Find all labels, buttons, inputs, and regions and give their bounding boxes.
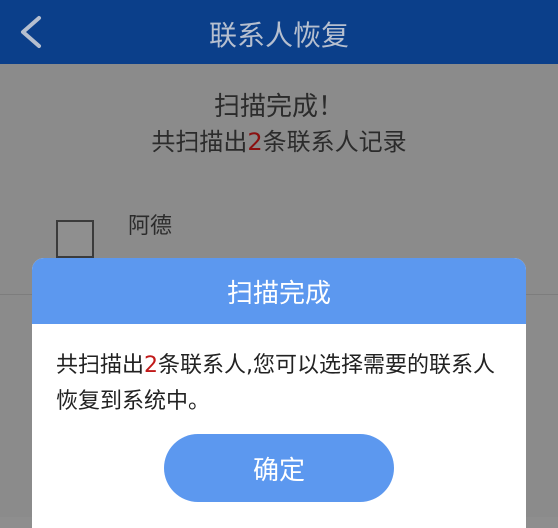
scan-summary-suffix: 条联系人记录 <box>262 128 407 156</box>
dialog-message-count: 2 <box>144 353 159 378</box>
scan-status-title: 扫描完成！ <box>213 92 344 122</box>
contact-checkbox[interactable] <box>56 220 94 258</box>
scan-complete-dialog: 扫描完成 共扫描出2条联系人,您可以选择需要的联系人恢复到系统中。 确定 <box>32 258 526 528</box>
page-title: 联系人恢复 <box>208 19 349 52</box>
confirm-button[interactable]: 确定 <box>164 434 394 502</box>
contact-name: 阿德 <box>128 214 173 239</box>
scan-summary-prefix: 共扫描出 <box>151 128 248 156</box>
dialog-title: 扫描完成 <box>32 258 526 324</box>
dialog-message: 共扫描出2条联系人,您可以选择需要的联系人恢复到系统中。 <box>56 348 502 420</box>
dialog-message-prefix: 共扫描出 <box>56 353 145 378</box>
scan-summary-count: 2 <box>247 128 263 156</box>
scan-summary: 共扫描出2条联系人记录 <box>0 122 558 157</box>
app-header: 联系人恢复 <box>0 0 558 64</box>
